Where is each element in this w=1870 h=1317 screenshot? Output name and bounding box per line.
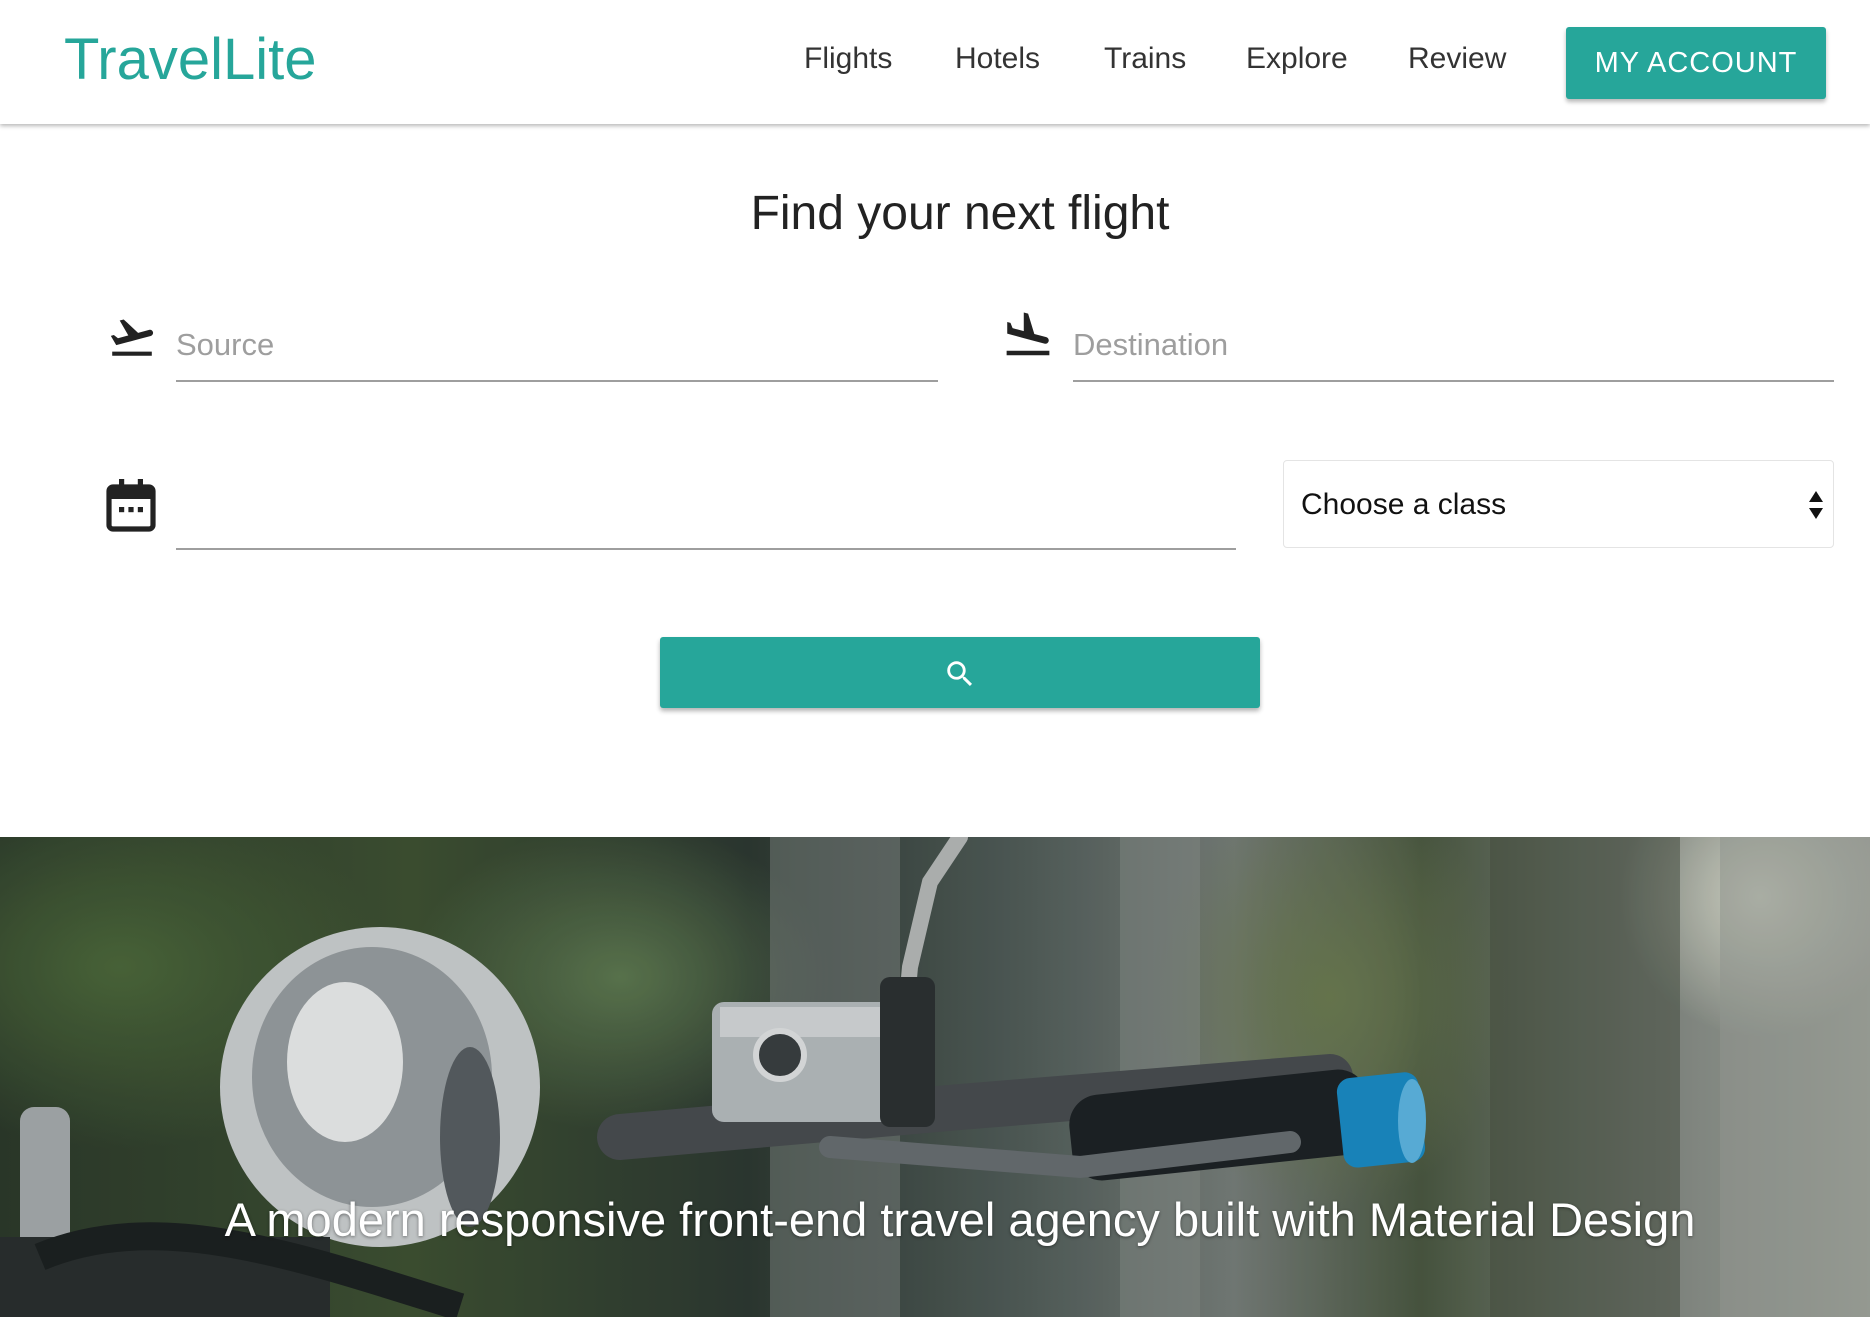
nav-link-review[interactable]: Review	[1408, 42, 1506, 76]
page-title: Find your next flight	[750, 187, 1170, 240]
date-input[interactable]	[176, 486, 1236, 550]
nav-link-trains[interactable]: Trains	[1104, 42, 1186, 76]
flight-land-icon	[1001, 308, 1055, 367]
select-arrows-icon	[1808, 490, 1824, 525]
source-input[interactable]	[176, 318, 938, 382]
search-icon	[947, 661, 973, 687]
brand-logo[interactable]: TravelLite	[64, 26, 317, 93]
class-select-value: Choose a class	[1301, 488, 1507, 521]
hero-banner: A modern responsive front-end travel age…	[0, 837, 1870, 1317]
nav-link-flights[interactable]: Flights	[804, 42, 892, 76]
flight-takeoff-icon	[105, 312, 159, 367]
class-select[interactable]: Choose a class	[1283, 460, 1834, 548]
search-button[interactable]	[660, 637, 1260, 708]
nav-link-hotels[interactable]: Hotels	[955, 42, 1040, 76]
hero-tagline: A modern responsive front-end travel age…	[224, 1193, 1696, 1246]
calendar-icon	[105, 477, 157, 538]
navbar: TravelLite Flights Hotels Trains Explore…	[0, 0, 1870, 124]
my-account-button[interactable]: MY ACCOUNT	[1566, 27, 1826, 99]
nav-link-explore[interactable]: Explore	[1246, 42, 1348, 76]
destination-input[interactable]	[1073, 318, 1834, 382]
